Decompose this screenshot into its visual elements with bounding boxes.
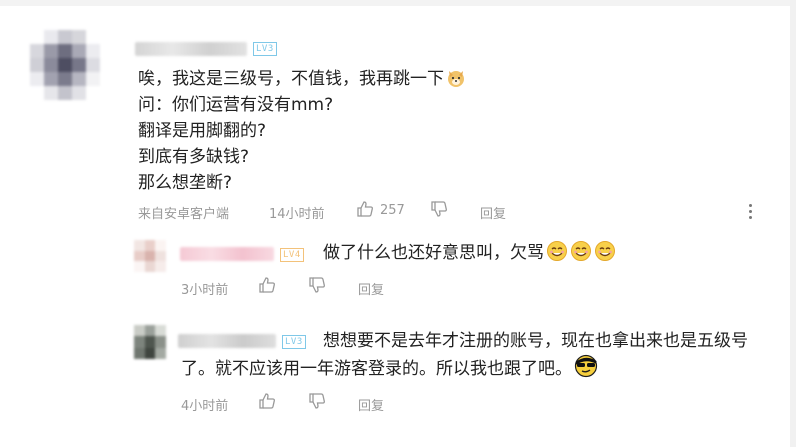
avatar[interactable]: [134, 240, 166, 272]
comment-source: 来自安卓客户端: [138, 207, 230, 222]
username-blurred[interactable]: [178, 334, 276, 348]
avatar[interactable]: [30, 30, 100, 100]
dislike-icon[interactable]: [308, 276, 326, 298]
avatar[interactable]: [134, 325, 166, 359]
like-icon[interactable]: [356, 200, 374, 222]
dislike-icon[interactable]: [308, 392, 326, 414]
username-blurred[interactable]: [180, 247, 274, 261]
scrollbar-track[interactable]: [790, 0, 796, 447]
smile-emoji: [594, 240, 616, 270]
reply-time: 3小时前: [181, 283, 229, 298]
reply-text-line-2: 了。就不应该用一年游客登录的。所以我也跟了吧。: [181, 354, 598, 386]
level-badge: LV4: [280, 248, 304, 262]
smile-emoji: [546, 240, 568, 270]
dislike-icon[interactable]: [430, 200, 448, 222]
smile-emoji: [570, 240, 592, 270]
reply-time: 4小时前: [181, 399, 229, 414]
more-options-icon[interactable]: [749, 204, 753, 222]
level-badge: LV3: [253, 42, 277, 56]
sunglasses-emoji: [574, 354, 598, 386]
doge-emoji: [446, 68, 466, 96]
comment-line-4: 到底有多缺钱?: [138, 147, 250, 167]
reply-button[interactable]: 回复: [358, 395, 384, 414]
username-blurred[interactable]: [135, 42, 247, 56]
top-divider: [0, 0, 796, 6]
like-icon[interactable]: [258, 392, 276, 414]
reply-button[interactable]: 回复: [358, 279, 384, 298]
reply-text: 做了什么也还好意思叫，欠骂: [323, 240, 616, 270]
comment-line-5: 那么想垄断?: [138, 173, 233, 193]
comment-line-2: 问：你们运营有没有mm?: [138, 95, 334, 115]
like-count: 257: [380, 203, 405, 218]
comment-line-3: 翻译是用脚翻的?: [138, 121, 267, 141]
level-badge: LV3: [282, 335, 306, 349]
reply-button[interactable]: 回复: [480, 203, 506, 222]
reply-text-line-1: 想想要不是去年才注册的账号，现在也拿出来也是五级号: [323, 331, 748, 351]
like-icon[interactable]: [258, 276, 276, 298]
comment-time: 14小时前: [269, 207, 325, 222]
